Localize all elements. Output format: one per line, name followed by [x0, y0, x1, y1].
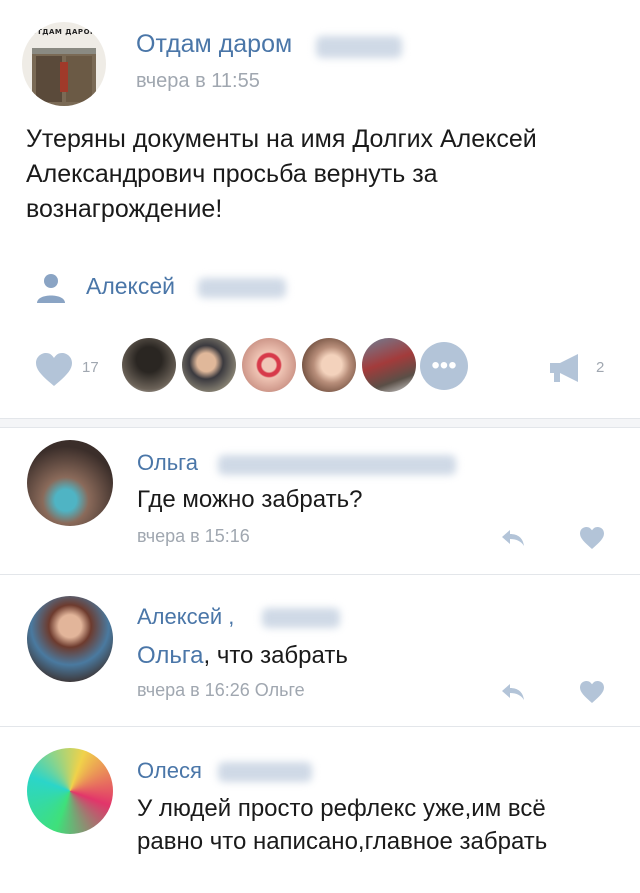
- comment-text: Ольга, что забрать: [137, 640, 607, 672]
- post-text: Утеряны документы на имя Долгих Алексей …: [26, 125, 537, 223]
- comment-avatar[interactable]: [27, 596, 113, 682]
- user-icon: [37, 274, 65, 303]
- comment-author-name[interactable]: Алексей ,: [137, 604, 234, 630]
- comment-like-icon[interactable]: [578, 526, 606, 550]
- heart-icon[interactable]: [34, 352, 74, 388]
- liker-avatar[interactable]: [122, 338, 176, 392]
- comment-author-name[interactable]: Олеся: [137, 758, 202, 784]
- comment-mention[interactable]: Ольга: [137, 642, 203, 669]
- comment-avatar[interactable]: [27, 440, 113, 526]
- blurred-author-surname: [198, 278, 286, 298]
- more-likers-button[interactable]: •••: [420, 342, 468, 390]
- group-name[interactable]: Отдам даром: [136, 30, 292, 59]
- group-avatar[interactable]: ОТДАМ ДАРОМ: [22, 22, 106, 106]
- blurred-group-suffix: [316, 36, 402, 58]
- section-divider: [0, 418, 640, 428]
- comment-author-name[interactable]: Ольга: [137, 450, 198, 476]
- megaphone-icon[interactable]: [548, 352, 584, 384]
- comment-text: Где можно забрать?: [137, 486, 363, 513]
- blurred-comment-surname: [218, 455, 456, 475]
- post-time[interactable]: вчера в 11:55: [136, 70, 260, 93]
- house-image: [32, 48, 96, 106]
- comment-divider: [0, 726, 640, 727]
- reply-icon[interactable]: [500, 528, 526, 548]
- comment-divider: [0, 574, 640, 575]
- reply-icon[interactable]: [500, 682, 526, 702]
- liker-avatar[interactable]: [362, 338, 416, 392]
- comment-like-icon[interactable]: [578, 680, 606, 704]
- liker-avatar[interactable]: [242, 338, 296, 392]
- comment-avatar[interactable]: [27, 748, 113, 834]
- liker-avatar[interactable]: [182, 338, 236, 392]
- liker-avatar[interactable]: [302, 338, 356, 392]
- blurred-comment-surname: [262, 608, 340, 628]
- shares-count: 2: [596, 359, 605, 376]
- comment-time[interactable]: вчера в 16:26 Ольге: [137, 680, 305, 701]
- comment-text-body: , что забрать: [203, 642, 348, 669]
- likes-count: 17: [82, 359, 99, 376]
- comment-time[interactable]: вчера в 15:16: [137, 526, 250, 547]
- post-author-name[interactable]: Алексей: [86, 273, 175, 300]
- comment-text: У людей просто рефлекс уже,им всё равно …: [137, 795, 548, 855]
- blurred-comment-surname: [218, 762, 312, 782]
